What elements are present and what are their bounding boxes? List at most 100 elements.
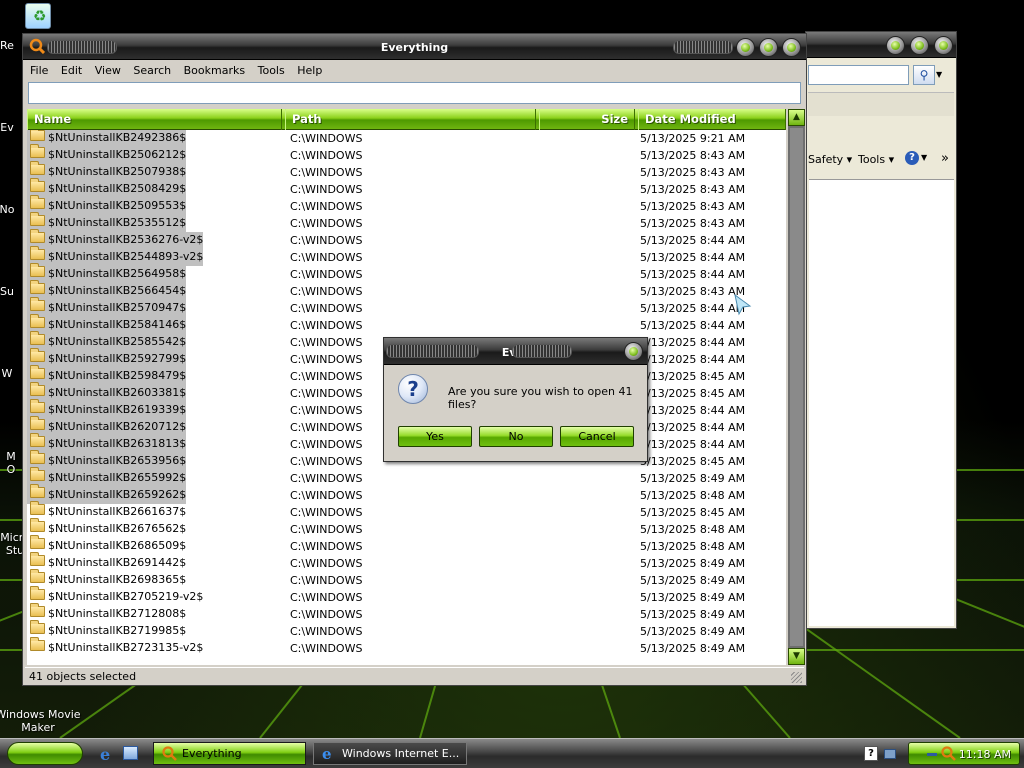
safely-remove-hardware-icon[interactable] [884,749,896,759]
row-name-cell[interactable]: $NtUninstallKB2536276-v2$ [27,229,204,249]
row-name-cell[interactable]: $NtUninstallKB2584146$ [27,314,187,334]
table-row[interactable]: $NtUninstallKB2535512$ C:\WINDOWS 5/13/202… [27,212,786,232]
clock[interactable]: 11:18 AM [959,748,1011,761]
table-row[interactable]: $NtUninstallKB2723135-v2$ C:\WINDOWS 5/13/… [27,637,786,657]
recycle-bin-icon[interactable]: ♻ [25,3,51,29]
tools-menu[interactable]: Tools ▾ [858,153,894,166]
row-name-cell[interactable]: $NtUninstallKB2659262$ [27,484,187,504]
column-header-path[interactable]: Path [285,109,536,130]
help-tray-icon[interactable]: ? [864,746,878,761]
row-name-cell[interactable]: $NtUninstallKB2698365$ [27,569,186,589]
table-row[interactable]: $NtUninstallKB2719985$ C:\WINDOWS 5/13/202… [27,620,786,640]
row-name-cell[interactable]: $NtUninstallKB2619339$ [27,399,187,419]
table-row[interactable]: $NtUninstallKB2712808$ C:\WINDOWS 5/13/202… [27,603,786,623]
row-name-cell[interactable]: $NtUninstallKB2691442$ [27,552,186,572]
column-header-date-modified[interactable]: Date Modified [638,109,786,130]
internet-explorer-window[interactable]: ⚲ ▼ Safety ▾ Tools ▾ ? ▼ » [805,31,957,629]
row-name-cell[interactable]: $NtUninstallKB2676562$ [27,518,186,538]
row-name-cell[interactable]: $NtUninstallKB2506212$ [27,144,187,164]
row-name-cell[interactable]: $NtUninstallKB2603381$ [27,382,187,402]
taskbar-button-internet-explorer[interactable]: e Windows Internet E... [313,742,467,765]
row-name-cell[interactable]: $NtUninstallKB2564958$ [27,263,187,283]
search-input[interactable] [28,82,801,104]
menu-view[interactable]: View [90,61,125,77]
ie-quicklaunch-icon[interactable]: e [100,745,118,764]
table-row[interactable]: $NtUninstallKB2509553$ C:\WINDOWS 5/13/202… [27,195,786,215]
maximize-button[interactable] [910,36,929,55]
row-name-cell[interactable]: $NtUninstallKB2570947$ [27,297,187,317]
scroll-down-button[interactable]: ▼ [788,648,805,665]
table-row[interactable]: $NtUninstallKB2544893-v2$ C:\WINDOWS 5/13/… [27,246,786,266]
menu-edit[interactable]: Edit [56,61,86,77]
row-name-cell[interactable]: $NtUninstallKB2686509$ [27,535,186,555]
show-desktop-quicklaunch-icon[interactable] [123,746,138,760]
row-name-cell[interactable]: $NtUninstallKB2620712$ [27,416,187,436]
row-name-cell[interactable]: $NtUninstallKB2535512$ [27,212,187,232]
table-row[interactable]: $NtUninstallKB2508429$ C:\WINDOWS 5/13/202… [27,178,786,198]
scroll-up-button[interactable]: ▲ [788,109,805,126]
table-row[interactable]: $NtUninstallKB2566454$ C:\WINDOWS 5/13/202… [27,280,786,300]
row-name-cell[interactable]: $NtUninstallKB2631813$ [27,433,187,453]
minimize-button[interactable] [886,36,905,55]
row-name-cell[interactable]: $NtUninstallKB2655992$ [27,467,187,487]
row-name-cell[interactable]: $NtUninstallKB2598479$ [27,365,187,385]
safety-menu[interactable]: Safety ▾ [808,153,852,166]
table-row[interactable]: $NtUninstallKB2676562$ C:\WINDOWS 5/13/202… [27,518,786,538]
table-row[interactable]: $NtUninstallKB2686509$ C:\WINDOWS 5/13/202… [27,535,786,555]
table-row[interactable]: $NtUninstallKB2705219-v2$ C:\WINDOWS 5/13/… [27,586,786,606]
no-button[interactable]: No [479,426,553,447]
row-name-cell[interactable]: $NtUninstallKB2653956$ [27,450,187,470]
network-tray-icon[interactable] [927,753,937,756]
toolbar-overflow-chevron[interactable]: » [941,151,949,166]
table-row[interactable]: $NtUninstallKB2506212$ C:\WINDOWS 5/13/202… [27,144,786,164]
ie-address-field[interactable] [808,65,909,85]
table-row[interactable]: $NtUninstallKB2691442$ C:\WINDOWS 5/13/202… [27,552,786,572]
table-row[interactable]: $NtUninstallKB2492386$ C:\WINDOWS 5/13/202… [27,130,786,147]
ie-search-dropdown[interactable]: ▼ [936,65,948,85]
menu-tools[interactable]: Tools [253,61,289,77]
taskbar-button-everything[interactable]: Everything [153,742,306,765]
menu-help[interactable]: Help [292,61,326,77]
row-name-cell[interactable]: $NtUninstallKB2705219-v2$ [27,586,203,606]
row-name-cell[interactable]: $NtUninstallKB2592799$ [27,348,187,368]
start-button[interactable] [7,742,83,765]
table-row[interactable]: $NtUninstallKB2570947$ C:\WINDOWS 5/13/202… [27,297,786,317]
help-dropdown-arrow[interactable]: ▼ [921,153,927,162]
table-row[interactable]: $NtUninstallKB2507938$ C:\WINDOWS 5/13/202… [27,161,786,181]
menu-file[interactable]: File [25,61,52,77]
row-name-cell[interactable]: $NtUninstallKB2566454$ [27,280,187,300]
dialog-close-button[interactable] [624,342,643,361]
table-row[interactable]: $NtUninstallKB2536276-v2$ C:\WINDOWS 5/13/… [27,229,786,249]
scrollbar-track[interactable] [790,128,803,646]
dialog-titlebar[interactable]: Everything [384,338,647,365]
resize-grip-icon[interactable] [791,672,802,683]
table-row[interactable]: $NtUninstallKB2698365$ C:\WINDOWS 5/13/202… [27,569,786,589]
desktop-icon-windows-movie-maker[interactable]: Windows Movie Maker [0,695,83,734]
vertical-scrollbar[interactable]: ▲ ▼ [788,109,805,665]
help-icon[interactable]: ? [905,151,919,165]
table-row[interactable]: $NtUninstallKB2661637$ C:\WINDOWS 5/13/202… [27,501,786,521]
menu-bookmarks[interactable]: Bookmarks [179,61,249,77]
table-row[interactable]: $NtUninstallKB2659262$ C:\WINDOWS 5/13/202… [27,484,786,504]
table-row[interactable]: $NtUninstallKB2655992$ C:\WINDOWS 5/13/202… [27,467,786,487]
ie-titlebar[interactable] [806,32,956,58]
ie-search-button[interactable]: ⚲ [913,65,935,85]
confirm-dialog[interactable]: Everything ? Are you sure you wish to op… [383,337,648,462]
row-name-cell[interactable]: $NtUninstallKB2544893-v2$ [27,246,204,266]
row-name-cell[interactable]: $NtUninstallKB2509553$ [27,195,187,215]
minimize-button[interactable] [736,38,755,57]
row-name-cell[interactable]: $NtUninstallKB2492386$ [27,130,187,147]
row-name-cell[interactable]: $NtUninstallKB2723135-v2$ [27,637,203,657]
everything-titlebar[interactable]: Everything [23,34,806,60]
row-name-cell[interactable]: $NtUninstallKB2712808$ [27,603,186,623]
close-button[interactable] [934,36,953,55]
row-name-cell[interactable]: $NtUninstallKB2719985$ [27,620,186,640]
table-row[interactable]: $NtUninstallKB2564958$ C:\WINDOWS 5/13/202… [27,263,786,283]
yes-button[interactable]: Yes [398,426,472,447]
row-name-cell[interactable]: $NtUninstallKB2585542$ [27,331,187,351]
row-name-cell[interactable]: $NtUninstallKB2508429$ [27,178,187,198]
row-name-cell[interactable]: $NtUninstallKB2661637$ [27,501,186,521]
table-row[interactable]: $NtUninstallKB2584146$ C:\WINDOWS 5/13/202… [27,314,786,334]
menu-search[interactable]: Search [128,61,175,77]
everything-tray-icon[interactable] [941,746,957,762]
